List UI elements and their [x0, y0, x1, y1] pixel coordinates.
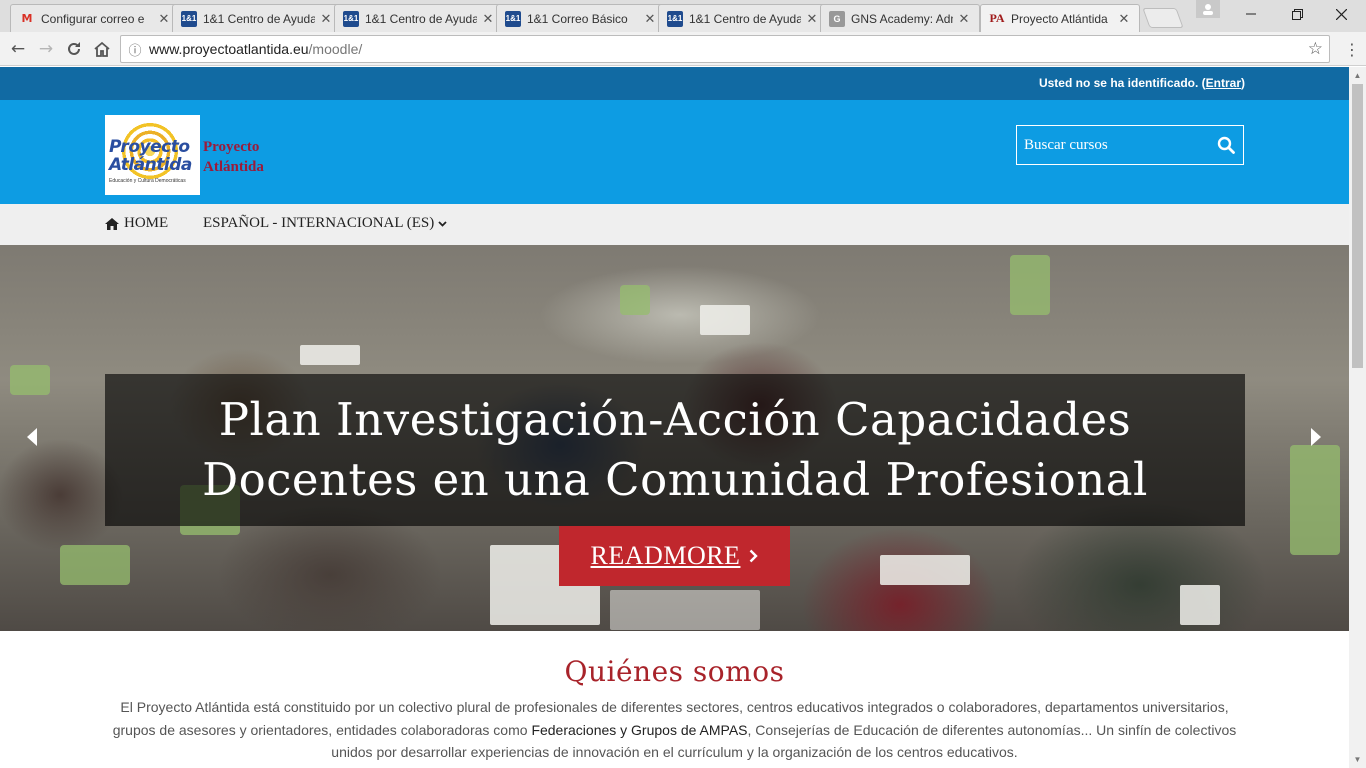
- nav-home[interactable]: HOME: [105, 215, 168, 232]
- home-icon: [105, 217, 119, 230]
- login-status-close: ): [1241, 76, 1245, 90]
- browser-tab[interactable]: 1&1 1&1 Centro de Ayuda ✕: [658, 4, 828, 32]
- close-tab-icon[interactable]: ✕: [643, 11, 657, 27]
- browser-toolbar: ← → ⓘ www.proyectoatlantida.eu/moodle/ ☆…: [0, 32, 1366, 66]
- about-heading: Quiénes somos: [564, 655, 785, 688]
- reload-icon[interactable]: [62, 37, 86, 61]
- info-icon[interactable]: ⓘ: [121, 40, 149, 59]
- about-section: Quiénes somos El Proyecto Atlántida está…: [0, 631, 1349, 764]
- close-tab-icon[interactable]: ✕: [1117, 11, 1131, 27]
- gns-icon: G: [829, 10, 845, 27]
- address-bar[interactable]: ⓘ www.proyectoatlantida.eu/moodle/ ☆: [120, 35, 1330, 63]
- tab-title: 1&1 Centro de Ayuda: [689, 11, 801, 26]
- nav-home-label: HOME: [124, 215, 169, 231]
- close-window-button[interactable]: [1318, 0, 1364, 28]
- page-viewport: Usted no se ha identificado. (Entrar) Pr…: [0, 67, 1349, 768]
- back-arrow-icon[interactable]: ←: [6, 37, 30, 61]
- about-text: El Proyecto Atlántida está constituido p…: [105, 696, 1245, 764]
- tab-title: Configurar correo e: [41, 11, 145, 26]
- chevron-down-icon: [438, 220, 447, 227]
- language-menu-label: ESPAÑOL - INTERNACIONAL (ES): [203, 215, 435, 231]
- profile-icon[interactable]: [1196, 0, 1220, 18]
- one-and-one-icon: 1&1: [505, 10, 521, 27]
- scroll-down-icon[interactable]: ▼: [1349, 751, 1366, 768]
- hero-title-line1: Plan Investigación-Acción Capacidades: [218, 393, 1132, 446]
- url-path: /moodle/: [308, 41, 363, 57]
- readmore-button[interactable]: READMORE: [559, 526, 790, 586]
- new-tab-button[interactable]: [1142, 8, 1184, 28]
- about-text-highlight: Federaciones y Grupos de AMPAS: [531, 721, 748, 738]
- tab-title: 1&1 Centro de Ayuda: [365, 11, 477, 26]
- language-menu[interactable]: ESPAÑOL - INTERNACIONAL (ES): [203, 215, 447, 232]
- search-input[interactable]: [1017, 126, 1208, 164]
- close-tab-icon[interactable]: ✕: [957, 11, 971, 27]
- browser-tab-strip: M Configurar correo e ✕ 1&1 1&1 Centro d…: [0, 0, 1366, 32]
- login-info: Usted no se ha identificado. (Entrar): [1039, 76, 1245, 90]
- search-icon[interactable]: [1208, 136, 1243, 154]
- minimize-window-button[interactable]: [1228, 0, 1274, 28]
- pa-icon: PA: [989, 11, 1005, 25]
- page-scrollbar[interactable]: ▲ ▼: [1349, 67, 1366, 768]
- chevron-right-icon: [749, 549, 759, 563]
- browser-tab[interactable]: 1&1 1&1 Centro de Ayuda ✕: [334, 4, 504, 32]
- site-logo[interactable]: Proyecto Atlántida Educación y Cultura D…: [105, 115, 200, 195]
- close-tab-icon[interactable]: ✕: [481, 11, 495, 27]
- url-host: www.proyectoatlantida.eu: [149, 41, 309, 57]
- tab-title: 1&1 Centro de Ayuda: [203, 11, 315, 26]
- carousel-next-icon[interactable]: [1306, 425, 1326, 449]
- main-navigation: HOME ESPAÑOL - INTERNACIONAL (ES): [0, 204, 1349, 245]
- restore-window-button[interactable]: [1274, 0, 1320, 28]
- brand-name-line1: Proyecto: [203, 139, 260, 155]
- login-link[interactable]: Entrar: [1206, 76, 1241, 90]
- browser-tab[interactable]: M Configurar correo e ✕: [10, 4, 180, 32]
- scroll-up-icon[interactable]: ▲: [1349, 67, 1366, 84]
- close-tab-icon[interactable]: ✕: [805, 11, 819, 27]
- carousel-prev-icon[interactable]: [22, 425, 42, 449]
- bookmark-star-icon[interactable]: ☆: [1308, 39, 1323, 59]
- home-icon[interactable]: [90, 37, 114, 61]
- browser-tab[interactable]: 1&1 1&1 Correo Básico ✕: [496, 4, 666, 32]
- tab-title: 1&1 Correo Básico: [527, 11, 628, 26]
- close-tab-icon[interactable]: ✕: [319, 11, 333, 27]
- browser-menu-icon[interactable]: ⋮: [1344, 40, 1360, 59]
- gmail-icon: M: [21, 12, 33, 25]
- one-and-one-icon: 1&1: [181, 10, 197, 27]
- logo-tagline: Educación y Cultura Democráticas: [109, 178, 186, 184]
- logo-text-line1: Proyecto: [109, 137, 190, 157]
- readmore-label: READMORE: [590, 541, 741, 570]
- course-search: [1016, 125, 1244, 165]
- forward-arrow-icon[interactable]: →: [34, 37, 58, 61]
- brand-name[interactable]: Proyecto Atlántida: [203, 137, 264, 177]
- site-header: Proyecto Atlántida Educación y Cultura D…: [0, 100, 1349, 204]
- browser-tab-active[interactable]: PA Proyecto Atlántida ✕: [980, 4, 1140, 32]
- hero-caption: Plan Investigación-Acción Capacidades Do…: [105, 374, 1245, 526]
- login-status-bar: Usted no se ha identificado. (Entrar): [0, 67, 1349, 100]
- browser-tab[interactable]: 1&1 1&1 Centro de Ayuda ✕: [172, 4, 342, 32]
- logo-text-line2: Atlántida: [109, 155, 192, 175]
- hero-carousel: Plan Investigación-Acción Capacidades Do…: [0, 245, 1349, 631]
- browser-tab[interactable]: G GNS Academy: Adm ✕: [820, 4, 980, 32]
- scrollbar-thumb[interactable]: [1352, 84, 1363, 368]
- one-and-one-icon: 1&1: [667, 10, 683, 27]
- tab-title: GNS Academy: Adm: [851, 11, 953, 26]
- login-status-text: Usted no se ha identificado. (: [1038, 76, 1206, 90]
- hero-title: Plan Investigación-Acción Capacidades Do…: [202, 390, 1148, 510]
- hero-title-line2: Docentes en una Comunidad Profesional: [202, 453, 1148, 506]
- tab-title: Proyecto Atlántida: [1011, 11, 1108, 26]
- close-tab-icon[interactable]: ✕: [157, 11, 171, 27]
- brand-name-line2: Atlántida: [203, 159, 264, 175]
- one-and-one-icon: 1&1: [343, 10, 359, 27]
